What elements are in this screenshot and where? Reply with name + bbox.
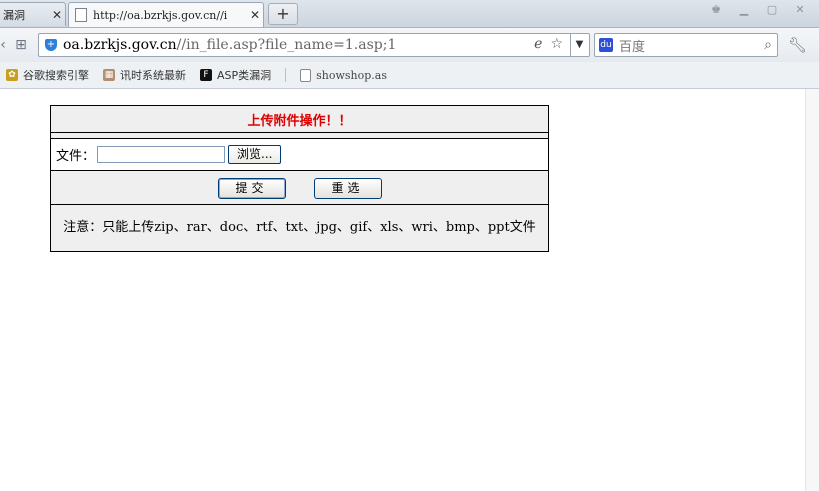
browse-button[interactable]: 浏览...	[228, 145, 282, 164]
bookmark-google[interactable]: ✿ 谷歌搜索引擎	[6, 67, 89, 83]
file-path-input[interactable]	[97, 146, 226, 163]
note-row: 注意：只能上传zip、rar、doc、rtf、txt、jpg、gif、xls、w…	[50, 204, 549, 252]
search-icon[interactable]: ⌕	[759, 37, 777, 53]
bookmark-separator	[285, 68, 287, 82]
chevron-down-icon[interactable]: ▼	[570, 33, 588, 57]
xunshi-icon: ▦	[103, 69, 115, 81]
star-icon[interactable]: ☆	[550, 36, 563, 52]
minimize-icon[interactable]: ▁	[733, 2, 755, 18]
file-cell: 文件： 浏览...	[50, 138, 549, 171]
tab-label: 漏洞	[3, 8, 25, 22]
bookmark-label: 谷歌搜索引擎	[23, 69, 89, 82]
bookmark-asp[interactable]: F ASP类漏洞	[200, 67, 271, 83]
upload-form-table: 上传附件操作！！ 文件： 浏览... 提交 重选 注意：只能上传zip、rar、…	[50, 105, 549, 252]
asp-icon: F	[200, 69, 212, 81]
tab-vulnerability[interactable]: 漏洞 ✕	[0, 2, 66, 26]
url-path: //in_file.asp?file_name=1.asp;1	[176, 37, 397, 53]
skin-icon[interactable]: ♚	[705, 2, 727, 18]
reset-button[interactable]: 重选	[313, 177, 382, 199]
file-row: 文件： 浏览...	[50, 138, 549, 171]
url-host: oa.bzrkjs.gov.cn	[63, 37, 177, 53]
bookmark-xunshi[interactable]: ▦ 讯时系统最新	[103, 67, 186, 83]
tab-strip: 漏洞 ✕ http://oa.bzrkjs.gov.cn//i ✕ + ♚ ▁ …	[0, 0, 819, 28]
bookmark-showshop[interactable]: showshop.as	[300, 68, 388, 82]
bookmark-label: 讯时系统最新	[120, 69, 186, 82]
maximize-icon[interactable]: ▢	[761, 2, 783, 18]
vertical-scrollbar[interactable]	[805, 89, 819, 491]
page-icon	[300, 68, 312, 82]
tab-current[interactable]: http://oa.bzrkjs.gov.cn//i ✕	[68, 2, 264, 27]
baidu-icon[interactable]: du	[599, 38, 613, 52]
wrench-icon[interactable]: 🔧︎	[788, 36, 807, 54]
close-window-icon[interactable]: ✕	[789, 2, 811, 18]
buttons-cell: 提交 重选	[50, 170, 549, 205]
form-title-row: 上传附件操作！！	[50, 105, 549, 133]
close-icon[interactable]: ✕	[49, 8, 65, 22]
address-bar[interactable]: + oa.bzrkjs.gov.cn //in_file.asp?file_na…	[38, 33, 590, 57]
bookmark-label: ASP类漏洞	[217, 69, 272, 82]
file-label: 文件：	[56, 149, 96, 164]
window-controls: ♚ ▁ ▢ ✕	[705, 2, 811, 18]
page-icon	[75, 8, 87, 22]
back-icon[interactable]: ‹	[0, 36, 12, 54]
file-field-group: 文件： 浏览...	[51, 145, 548, 164]
close-icon[interactable]: ✕	[247, 8, 263, 22]
tab-label: http://oa.bzrkjs.gov.cn//i	[93, 8, 228, 22]
ie-compat-icon[interactable]: ℯ	[534, 36, 542, 52]
address-icons: ℯ ☆	[534, 36, 563, 52]
grid-icon[interactable]: ⊞	[12, 36, 30, 54]
upload-note: 注意：只能上传zip、rar、doc、rtf、txt、jpg、gif、xls、w…	[50, 204, 549, 252]
search-bar[interactable]: du 百度 ⌕	[594, 33, 778, 57]
bookmark-label: showshop.as	[316, 68, 388, 82]
new-tab-button[interactable]: +	[268, 3, 298, 25]
form-title: 上传附件操作！！	[50, 105, 549, 133]
buttons-row: 提交 重选	[50, 170, 549, 205]
google-icon: ✿	[6, 69, 18, 81]
submit-button[interactable]: 提交	[217, 177, 286, 199]
bookmarks-bar: ✿ 谷歌搜索引擎 ▦ 讯时系统最新 F ASP类漏洞 showshop.as	[0, 62, 819, 89]
browser-window: 漏洞 ✕ http://oa.bzrkjs.gov.cn//i ✕ + ♚ ▁ …	[0, 0, 819, 491]
search-input[interactable]: 百度	[619, 36, 759, 55]
security-shield-icon: +	[45, 39, 57, 51]
toolbar: ‹ ⊞ + oa.bzrkjs.gov.cn //in_file.asp?fil…	[0, 28, 819, 62]
page-content: 上传附件操作！！ 文件： 浏览... 提交 重选 注意：只能上传zip、rar、…	[0, 89, 805, 491]
